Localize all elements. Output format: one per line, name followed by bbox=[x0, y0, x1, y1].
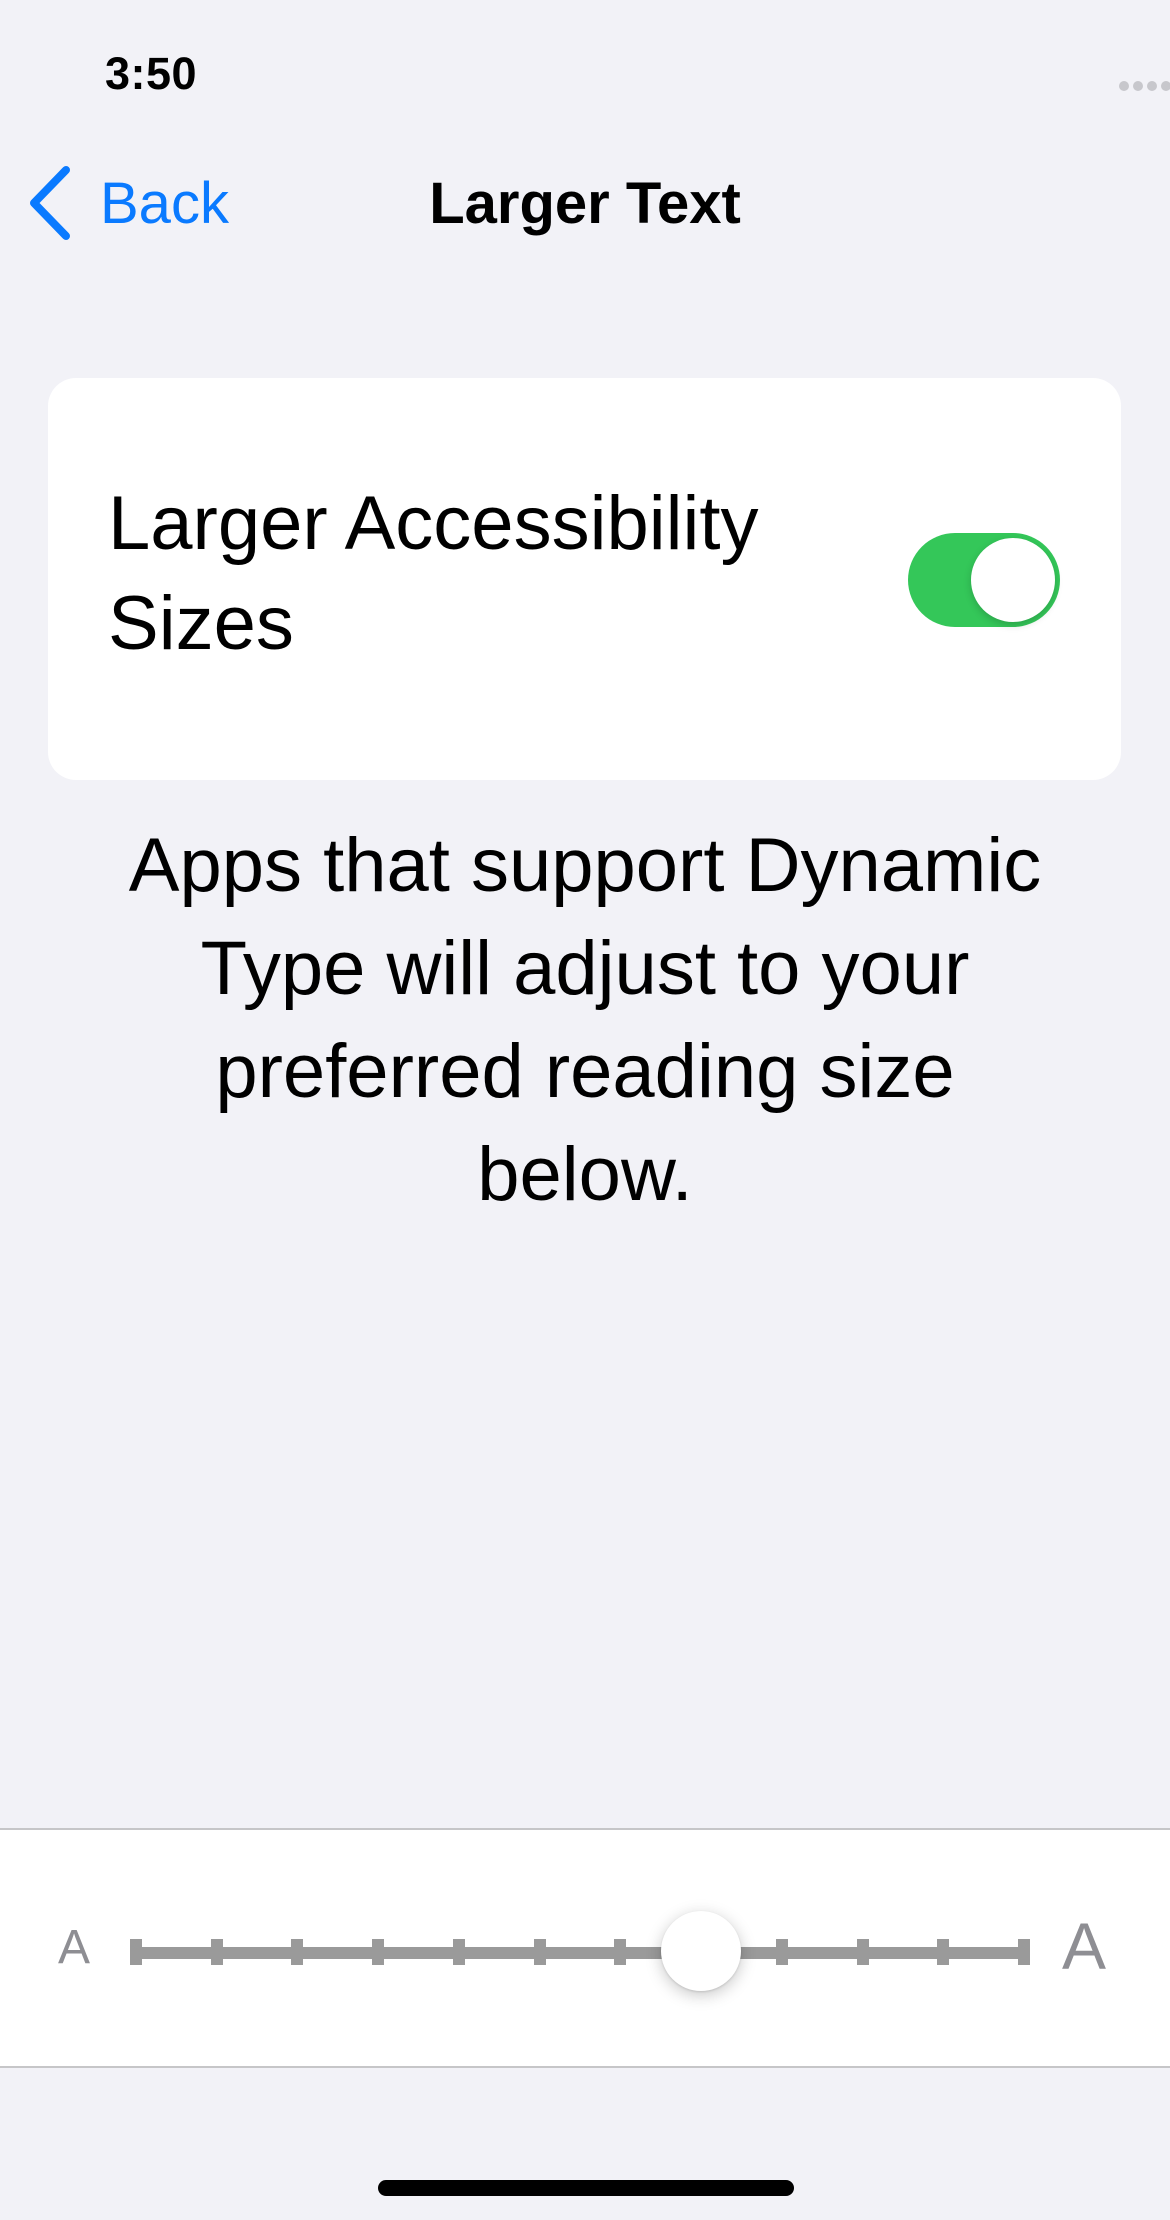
text-size-slider-panel: A A bbox=[0, 1828, 1170, 2068]
slider-tick bbox=[452, 1939, 465, 1965]
slider-tick bbox=[1018, 1939, 1030, 1965]
large-text-size-icon: A bbox=[1062, 1909, 1107, 1983]
small-text-size-icon: A bbox=[58, 1921, 91, 1974]
larger-accessibility-sizes-toggle[interactable] bbox=[908, 533, 1060, 627]
slider-tick bbox=[614, 1939, 627, 1965]
text-size-slider-track[interactable] bbox=[130, 1911, 1030, 1991]
slider-tick bbox=[775, 1939, 788, 1965]
slider-tick bbox=[533, 1939, 546, 1965]
slider-tick bbox=[291, 1939, 304, 1965]
home-indicator bbox=[378, 2180, 794, 2196]
slider-tick bbox=[130, 1939, 142, 1965]
slider-tick bbox=[856, 1939, 869, 1965]
status-time: 3:50 bbox=[105, 48, 198, 99]
screen: 3:50 Back Larger Text Larger Accessibili… bbox=[0, 0, 1170, 2220]
accessibility-sizes-card: Larger Accessibility Sizes bbox=[48, 378, 1121, 780]
signal-icon bbox=[1119, 81, 1170, 91]
dynamic-type-description: Apps that support Dynamic Type will adju… bbox=[128, 823, 1042, 1217]
page-title: Larger Text bbox=[429, 171, 741, 236]
accessibility-sizes-label: Larger Accessibility Sizes bbox=[108, 481, 759, 666]
slider-tick bbox=[372, 1939, 385, 1965]
toggle-knob bbox=[971, 538, 1055, 622]
slider-tick bbox=[210, 1939, 223, 1965]
text-size-slider-thumb[interactable] bbox=[661, 1911, 742, 1991]
slider-tick bbox=[937, 1939, 950, 1965]
